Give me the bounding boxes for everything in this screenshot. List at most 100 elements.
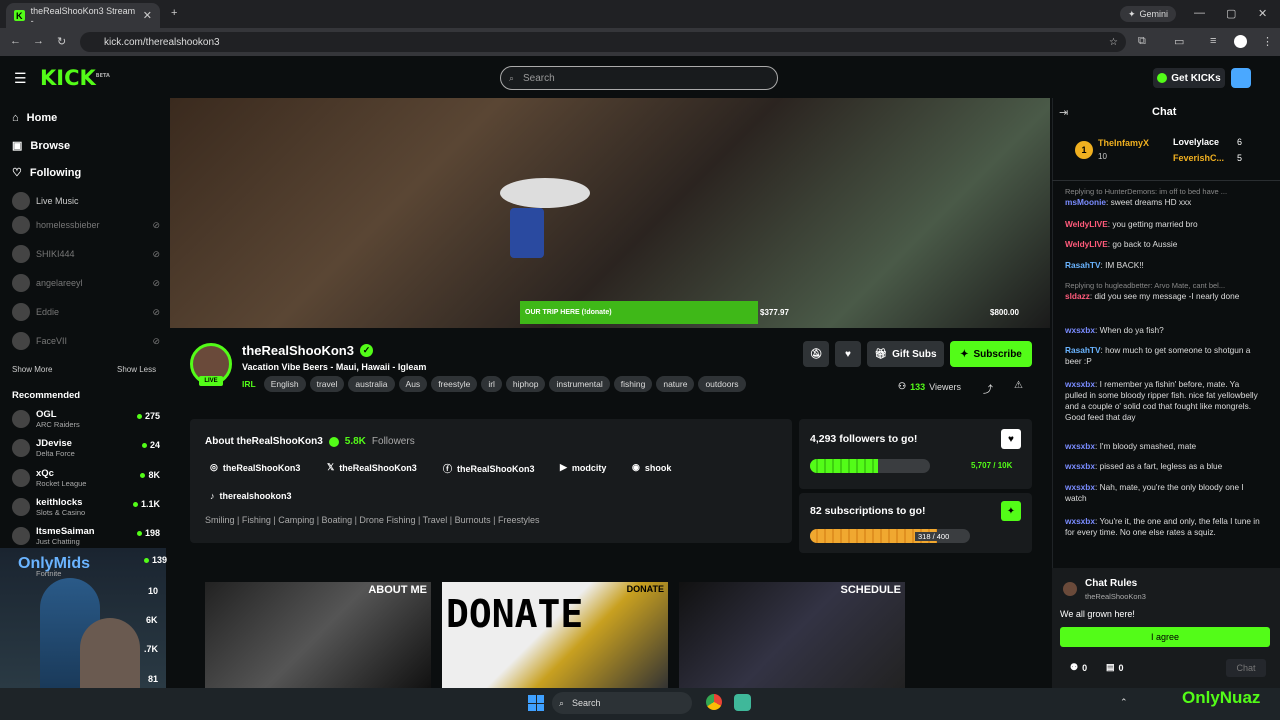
avatar bbox=[12, 439, 30, 457]
following-item[interactable]: Eddie ⊘ bbox=[12, 302, 160, 322]
media-icon[interactable]: ≡ bbox=[1210, 35, 1216, 47]
leaderboard-count: 6 bbox=[1237, 137, 1243, 147]
url-field[interactable]: kick.com/therealshookon3 ☆ bbox=[80, 32, 1126, 52]
kick-logo[interactable]: KICKBETA bbox=[40, 66, 110, 90]
leaderboard-name[interactable]: TheInfamyX bbox=[1098, 138, 1149, 148]
tag[interactable]: hiphop bbox=[505, 376, 546, 392]
following-item[interactable]: angelareeyl ⊘ bbox=[12, 273, 160, 293]
following-item[interactable]: Live Music bbox=[12, 191, 160, 211]
social-link-x[interactable]: 𝕏theRealShooKon3 bbox=[327, 462, 417, 473]
tag[interactable]: freestyle bbox=[431, 376, 478, 392]
channel-name[interactable]: theRealShooKon3 ✓ bbox=[242, 343, 373, 358]
subscribe-button[interactable]: ✦ Subscribe bbox=[950, 341, 1032, 367]
panel-donate[interactable]: DONATE DONATE bbox=[442, 582, 668, 688]
recommended-viewers: 81 bbox=[148, 674, 159, 684]
social-link-instagram[interactable]: ◎ theRealShooKon3 bbox=[210, 462, 300, 473]
avatar bbox=[12, 245, 30, 263]
panel-schedule[interactable]: SCHEDULE bbox=[679, 582, 905, 688]
facebook-icon: ⓕ bbox=[443, 464, 453, 474]
back-icon[interactable]: ← bbox=[10, 35, 21, 47]
avatar bbox=[12, 498, 30, 516]
recommended-item[interactable]: keithlocks Slots & Casino 1.1K bbox=[12, 497, 160, 517]
chat-message: Replying to HunterDemons: im off to bed … bbox=[1065, 187, 1228, 207]
forward-icon[interactable]: → bbox=[33, 35, 44, 47]
following-item[interactable]: FaceVII ⊘ bbox=[12, 331, 160, 351]
tag[interactable]: travel bbox=[309, 376, 345, 392]
tag[interactable]: australia bbox=[348, 376, 395, 392]
minimize-icon[interactable]: — bbox=[1194, 7, 1205, 19]
tag[interactable]: outdoors bbox=[698, 376, 746, 392]
panel-about-me[interactable]: ABOUT ME bbox=[205, 582, 431, 688]
offline-icon: ⊘ bbox=[152, 248, 160, 259]
social-link-facebook[interactable]: ⓕ theRealShooKon3 bbox=[443, 462, 535, 475]
show-less-link[interactable]: Show Less bbox=[117, 365, 156, 374]
tag[interactable]: nature bbox=[656, 376, 695, 392]
agree-button[interactable]: I agree bbox=[1060, 627, 1270, 647]
gift-subs-button[interactable]: 🎁︎ Gift Subs bbox=[867, 341, 944, 367]
send-chat-button[interactable]: Chat bbox=[1226, 659, 1266, 677]
subs-goal-card: 82 subscriptions to go! ✦ 318 / 400 bbox=[799, 493, 1032, 553]
show-more-link[interactable]: Show More bbox=[12, 365, 52, 374]
subs-goal-progress: 318 / 400 bbox=[915, 532, 953, 541]
sidebar-item-following[interactable]: ♡ Following bbox=[12, 166, 81, 180]
share-icon[interactable]: ⤴ bbox=[983, 381, 993, 396]
recommended-item[interactable]: JDevise Delta Force 24 bbox=[12, 438, 160, 458]
instagram-icon: ◎ bbox=[210, 462, 218, 472]
maximize-icon[interactable]: ▢ bbox=[1226, 7, 1236, 20]
recommended-item[interactable]: OGL ARC Raiders 275 bbox=[12, 409, 160, 429]
user-avatar[interactable] bbox=[1231, 68, 1251, 88]
windows-start-icon[interactable] bbox=[528, 695, 544, 711]
browser-tab[interactable]: K theRealShooKon3 Stream - ✕ bbox=[6, 3, 160, 28]
tab-close-icon[interactable]: ✕ bbox=[143, 9, 152, 22]
window-close-icon[interactable]: ✕ bbox=[1258, 7, 1267, 20]
following-item[interactable]: SHIKI444 ⊘ bbox=[12, 244, 160, 264]
tag[interactable]: English bbox=[263, 376, 306, 392]
social-link-tiktok[interactable]: ♪ therealshookon3 bbox=[210, 491, 292, 501]
hamburger-menu-icon[interactable]: ☰ bbox=[14, 70, 27, 87]
profile-avatar[interactable] bbox=[1234, 35, 1247, 48]
tag[interactable]: irl bbox=[481, 376, 502, 392]
video-player[interactable] bbox=[170, 98, 1050, 328]
chrome-taskbar-icon[interactable] bbox=[706, 694, 722, 710]
sidebar-item-home[interactable]: ⌂ Home bbox=[12, 112, 57, 124]
follow-heart-button[interactable]: ♥ bbox=[1001, 429, 1021, 449]
avatar bbox=[12, 303, 30, 321]
mute-notifications-button[interactable]: 🔕︎ bbox=[803, 341, 829, 367]
cast-icon[interactable]: ▭ bbox=[1174, 35, 1184, 48]
report-icon[interactable]: ⚠ bbox=[1014, 380, 1023, 391]
offline-icon: ⊘ bbox=[152, 306, 160, 317]
recommended-item[interactable]: ItsmeSaiman Just Chatting 198 bbox=[12, 526, 160, 546]
extensions-icon[interactable]: ⧉ bbox=[1138, 35, 1146, 48]
app-taskbar-icon[interactable] bbox=[734, 694, 751, 711]
recommended-viewers: 10 bbox=[148, 586, 159, 596]
category-link[interactable]: IRL bbox=[242, 379, 256, 389]
new-tab-icon[interactable]: + bbox=[171, 7, 177, 19]
search-input[interactable]: ⌕ Search bbox=[500, 66, 778, 90]
avatar bbox=[12, 410, 30, 428]
chat-message: wxsxbx: pissed as a fart, legless as a b… bbox=[1065, 461, 1223, 471]
tray-chevron-icon[interactable]: ⌃ bbox=[1120, 697, 1128, 708]
gemini-button[interactable]: ✦ Gemini bbox=[1120, 6, 1177, 22]
leaderboard-name[interactable]: Lovelylace bbox=[1173, 137, 1219, 147]
heart-icon: ♡ bbox=[12, 167, 22, 179]
taskbar-search[interactable]: ⌕ Search bbox=[552, 692, 692, 714]
social-link-youtube[interactable]: ▶ modcity bbox=[560, 462, 606, 473]
social-link-discord[interactable]: ◉ shook bbox=[632, 462, 671, 473]
browser-menu-icon[interactable]: ⋮ bbox=[1262, 35, 1273, 48]
follow-button[interactable]: ♥ bbox=[835, 341, 861, 367]
get-kicks-button[interactable]: Get KICKs bbox=[1153, 68, 1225, 88]
heart-icon: ♥ bbox=[845, 348, 851, 360]
tag[interactable]: Aus bbox=[398, 376, 428, 392]
tag[interactable]: instrumental bbox=[549, 376, 610, 392]
subscribe-goal-button[interactable]: ✦ bbox=[1001, 501, 1021, 521]
recommended-item[interactable]: xQc Rocket League 8K bbox=[12, 468, 160, 488]
tag[interactable]: fishing bbox=[613, 376, 653, 392]
bookmark-star-icon[interactable]: ☆ bbox=[1109, 37, 1118, 48]
sidebar-item-browse[interactable]: ▣ Browse bbox=[12, 139, 70, 153]
star-icon: ✦ bbox=[960, 348, 969, 360]
following-item[interactable]: homelessbieber ⊘ bbox=[12, 215, 160, 235]
leaderboard-name[interactable]: FeverishC... bbox=[1173, 153, 1224, 163]
chat-message: wxsxbx: Nah, mate, you're the only blood… bbox=[1065, 482, 1244, 503]
reload-icon[interactable]: ↻ bbox=[57, 35, 66, 48]
collapse-chat-icon[interactable]: ⇥ bbox=[1059, 106, 1068, 119]
